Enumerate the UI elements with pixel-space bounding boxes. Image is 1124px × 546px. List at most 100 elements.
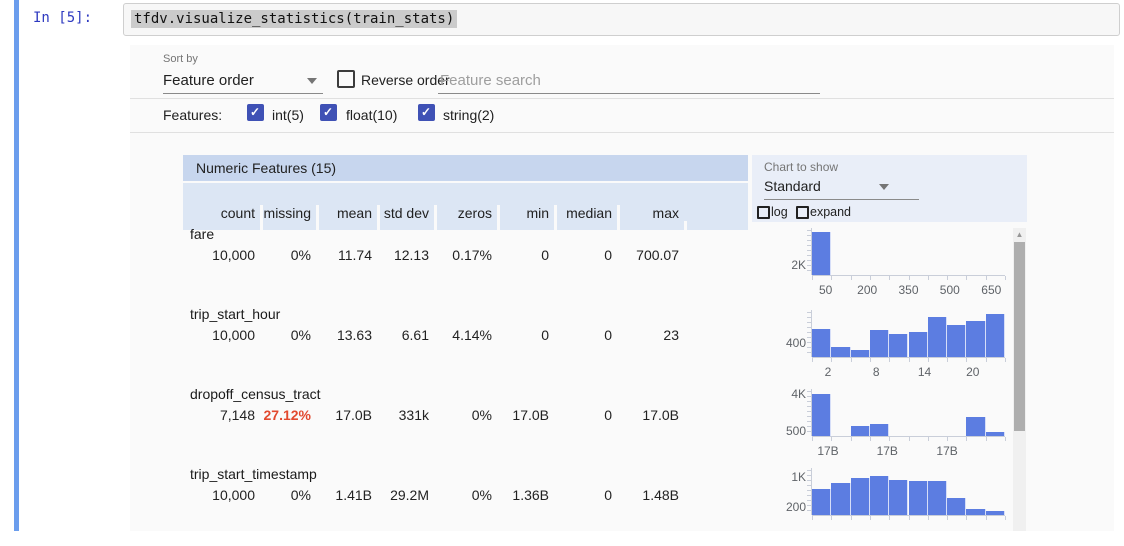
feature-stats-row: 10,0000%11.7412.130.17%00700.07 [183, 247, 684, 263]
x-axis-tick [966, 437, 967, 441]
table-title: Numeric Features (15) [183, 160, 336, 176]
x-axis-tick [851, 358, 852, 362]
histogram-bar [812, 329, 831, 357]
y-axis-tick [807, 490, 811, 491]
stat-value: 0 [554, 487, 617, 503]
y-axis-tick [807, 270, 811, 271]
x-axis-label: 650 [971, 283, 1011, 297]
x-axis-tick [889, 516, 890, 520]
stat-value: 29.2M [377, 487, 434, 503]
expand-checkbox[interactable] [796, 206, 809, 219]
x-axis-tick [1005, 276, 1006, 280]
x-axis-tick [851, 516, 852, 520]
y-axis-tick [807, 485, 811, 486]
scroll-up-icon[interactable]: ▲ [1013, 230, 1026, 239]
log-checkbox[interactable] [757, 206, 770, 219]
y-axis-tick [807, 337, 811, 338]
sort-by-dropdown[interactable]: Feature order [163, 68, 323, 94]
x-axis-tick [812, 358, 813, 362]
x-axis-label: 50 [806, 283, 846, 297]
float-filter-checkbox[interactable] [320, 104, 337, 121]
feature-row: fare10,0000%11.7412.130.17%00700.07 [183, 226, 748, 290]
sort-by-value: Feature order [163, 72, 254, 89]
int-filter-label: int(5) [272, 107, 304, 123]
y-axis-label: 4K [782, 387, 806, 401]
chart-to-show-label: Chart to show [764, 160, 838, 174]
y-axis-tick [807, 250, 811, 251]
sort-by-label: Sort by [163, 53, 198, 65]
stat-value: 27.12% [260, 407, 316, 423]
feature-stats-row: 10,0000%1.41B29.2M0%1.36B01.48B [183, 487, 684, 503]
stat-value: 0 [497, 327, 554, 343]
x-axis-tick [966, 358, 967, 362]
scrollbar-thumb[interactable] [1014, 242, 1025, 431]
code-input[interactable]: tfdv.visualize_statistics(train_stats) [131, 10, 457, 28]
histogram-bar [812, 232, 831, 275]
y-axis-tick [807, 317, 811, 318]
feature-stats-row: 7,14827.12%17.0B331k0%17.0B017.0B [183, 407, 684, 423]
y-axis-tick [807, 391, 811, 392]
y-axis-tick [807, 245, 811, 246]
x-axis-label: 14 [905, 365, 945, 379]
y-axis-tick [807, 411, 811, 412]
histogram-bar [812, 394, 831, 436]
y-axis-tick [807, 322, 811, 323]
y-axis-tick [807, 347, 811, 348]
x-axis-tick [947, 437, 948, 441]
x-axis-tick [851, 276, 852, 280]
histogram-bar [831, 483, 850, 515]
y-axis-tick [807, 416, 811, 417]
x-axis-label: 17B [927, 444, 967, 458]
y-axis-tick [807, 260, 811, 261]
y-axis-tick [807, 396, 811, 397]
y-axis-tick [807, 480, 811, 481]
string-filter-checkbox[interactable] [418, 104, 435, 121]
stat-value: 0% [434, 487, 497, 503]
x-axis-tick [928, 276, 929, 280]
x-axis-label: 17B [808, 444, 848, 458]
histogram-bar [889, 334, 908, 357]
stat-value: 331k [377, 407, 434, 423]
y-axis-tick [807, 312, 811, 313]
y-axis-tick [807, 332, 811, 333]
int-filter-checkbox[interactable] [247, 104, 264, 121]
y-axis-tick [807, 235, 811, 236]
feature-name: dropoff_census_tract [190, 386, 321, 402]
code-cell[interactable]: tfdv.visualize_statistics(train_stats) [123, 3, 1120, 36]
feature-name: trip_start_hour [190, 306, 280, 322]
y-axis-label: 1K [782, 470, 806, 484]
x-axis-tick [986, 516, 987, 520]
scrollbar[interactable]: ▲ [1013, 228, 1026, 531]
stat-value: 4.14% [434, 327, 497, 343]
stat-value: 17.0B [497, 407, 554, 423]
y-axis-tick [807, 230, 811, 231]
y-axis-tick [807, 500, 811, 501]
y-axis-tick [807, 431, 811, 432]
x-axis-tick [1005, 516, 1006, 520]
y-axis-tick [807, 505, 811, 506]
x-axis-tick [870, 516, 871, 520]
x-axis-tick [1005, 358, 1006, 362]
chart-type-dropdown[interactable]: Standard [764, 176, 919, 200]
histogram-bar [966, 321, 985, 357]
cell-prompt: In [5]: [33, 10, 92, 26]
stat-value: 11.74 [316, 247, 377, 263]
stat-value: 0 [497, 247, 554, 263]
x-axis-tick [889, 358, 890, 362]
x-axis-tick [831, 437, 832, 441]
stat-value: 6.61 [377, 327, 434, 343]
stat-value: 13.63 [316, 327, 377, 343]
y-axis-tick [807, 406, 811, 407]
stat-value: 10,000 [183, 327, 260, 343]
reverse-order-checkbox[interactable] [337, 70, 355, 88]
stat-value: 17.0B [316, 407, 377, 423]
divider [130, 132, 1114, 133]
feature-search-input[interactable]: Feature search [438, 68, 820, 94]
x-axis-tick [870, 358, 871, 362]
histogram-bar [909, 481, 928, 515]
x-axis-tick [870, 437, 871, 441]
stat-value: 1.48B [617, 487, 684, 503]
stat-value: 12.13 [377, 247, 434, 263]
y-axis-label: 2K [782, 258, 806, 272]
string-filter-label: string(2) [443, 107, 494, 123]
